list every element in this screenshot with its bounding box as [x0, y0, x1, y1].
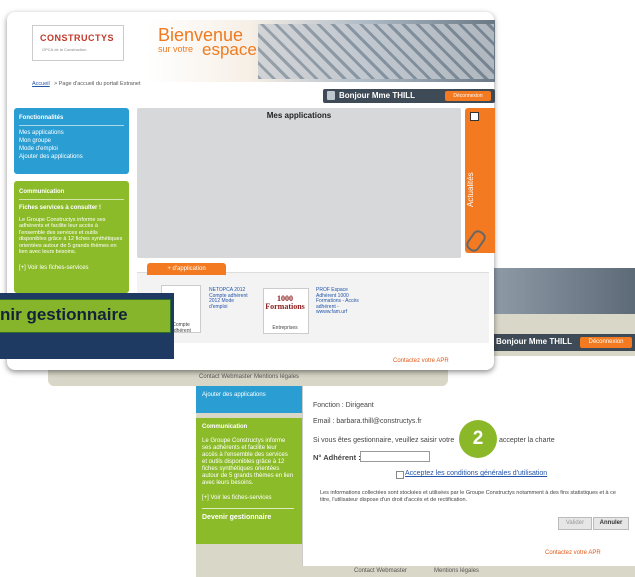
conditions-link[interactable]: Acceptez les conditions générales d'util… — [405, 470, 547, 477]
functions-divider — [19, 125, 124, 126]
second-footer: Contact Webmaster Mentions légales — [220, 566, 620, 577]
valider-button[interactable]: Valider — [558, 517, 592, 530]
my-apps-area — [137, 108, 461, 258]
sidebar-item-user-guide[interactable]: Mode d'emploi — [19, 146, 58, 152]
form-adherent-label: N° Adhérent : — [313, 453, 361, 462]
app-tile-prof-text[interactable]: PROF Espace Adhérent 1000 Formations - A… — [316, 287, 366, 316]
constructys-logo — [32, 25, 124, 61]
contact-apr-link[interactable]: Contactez votre APR — [393, 358, 449, 364]
sidebar-item-add-apps[interactable]: Ajouter des applications — [19, 154, 83, 160]
app-tile-netopca-text[interactable]: NETOPCA 2012 Compte adhérent 2012 Mode d… — [209, 287, 253, 310]
second-functions-panel — [196, 385, 302, 413]
banner-espace: espace — [202, 40, 257, 59]
user-greeting: Bonjour Mme THILL — [339, 91, 415, 100]
banner-subtitle: sur votre — [158, 44, 194, 54]
second-footer-contact[interactable]: Contact Webmaster — [354, 568, 407, 574]
second-user-greeting: Bonjour Mme THILL — [496, 337, 572, 346]
second-communication-title: Communication — [202, 424, 248, 430]
fiches-services-link[interactable]: [+] Voir les fiches-services — [19, 265, 89, 271]
form-gestionnaire-prompt-end: accepter la charte — [499, 437, 555, 444]
tile-entreprises: Entreprises — [272, 325, 298, 331]
tile-formations: Formations — [265, 302, 305, 311]
form-fonction: Fonction : Dirigeant — [313, 402, 374, 409]
second-fiches-link[interactable]: [+] Voir les fiches-services — [202, 495, 272, 502]
second-add-apps-link[interactable]: Ajouter des applications — [202, 392, 266, 399]
sidebar-item-my-group[interactable]: Mon groupe — [19, 138, 51, 144]
front-footer-legal[interactable]: Mentions légales — [254, 374, 299, 380]
breadcrumb: > Page d'accueil du portail Extranet — [54, 81, 141, 87]
communication-title: Communication — [19, 189, 65, 195]
front-footer-contact[interactable]: Contact Webmaster — [199, 374, 252, 380]
my-apps-title: Mes applications — [266, 111, 332, 120]
sidebar-item-my-apps[interactable]: Mes applications — [19, 130, 64, 136]
add-application-button[interactable]: + d'application — [147, 263, 226, 275]
devenir-gestionnaire-label: nir gestionnaire — [0, 305, 128, 324]
form-email: Email : barbara.thill@constructys.fr — [313, 418, 422, 425]
annuler-button[interactable]: Annuler — [593, 517, 629, 530]
second-communication-text: Le Groupe Constructys informe ses adhére… — [202, 438, 294, 486]
second-contact-apr-link[interactable]: Contactez votre APR — [545, 550, 601, 556]
functions-title: Fonctionnalités — [19, 115, 64, 121]
collapse-icon[interactable] — [470, 112, 479, 121]
breadcrumb-home-link[interactable]: Accueil — [32, 81, 50, 87]
second-footer-legal[interactable]: Mentions légales — [434, 568, 479, 574]
form-info-text: Les informations collectées sont stockée… — [320, 490, 616, 503]
form-gestionnaire-prompt: Si vous êtes gestionnaire, veuillez sais… — [313, 437, 455, 444]
communication-text: Le Groupe Constructys informe ses adhére… — [19, 217, 123, 256]
actualites-label: Actualités — [466, 172, 475, 208]
adherent-number-input[interactable] — [360, 451, 430, 462]
second-devenir-gestionnaire-link[interactable]: Devenir gestionnaire — [202, 514, 271, 521]
second-logout-button[interactable]: Déconnexion — [580, 337, 632, 348]
communication-subtitle: Fiches services à consulter ! — [19, 205, 102, 211]
banner-photos — [258, 24, 494, 79]
accept-conditions-checkbox[interactable] — [396, 471, 404, 479]
step-number-badge: 2 — [459, 420, 497, 458]
second-divider — [202, 508, 294, 509]
logout-button[interactable]: Déconnexion — [445, 91, 491, 101]
logo-subtitle: OPCA de la Construction — [42, 47, 87, 52]
logo-text: CONSTRUCTYS — [40, 33, 115, 43]
communication-divider — [19, 199, 124, 200]
user-icon — [327, 91, 335, 100]
